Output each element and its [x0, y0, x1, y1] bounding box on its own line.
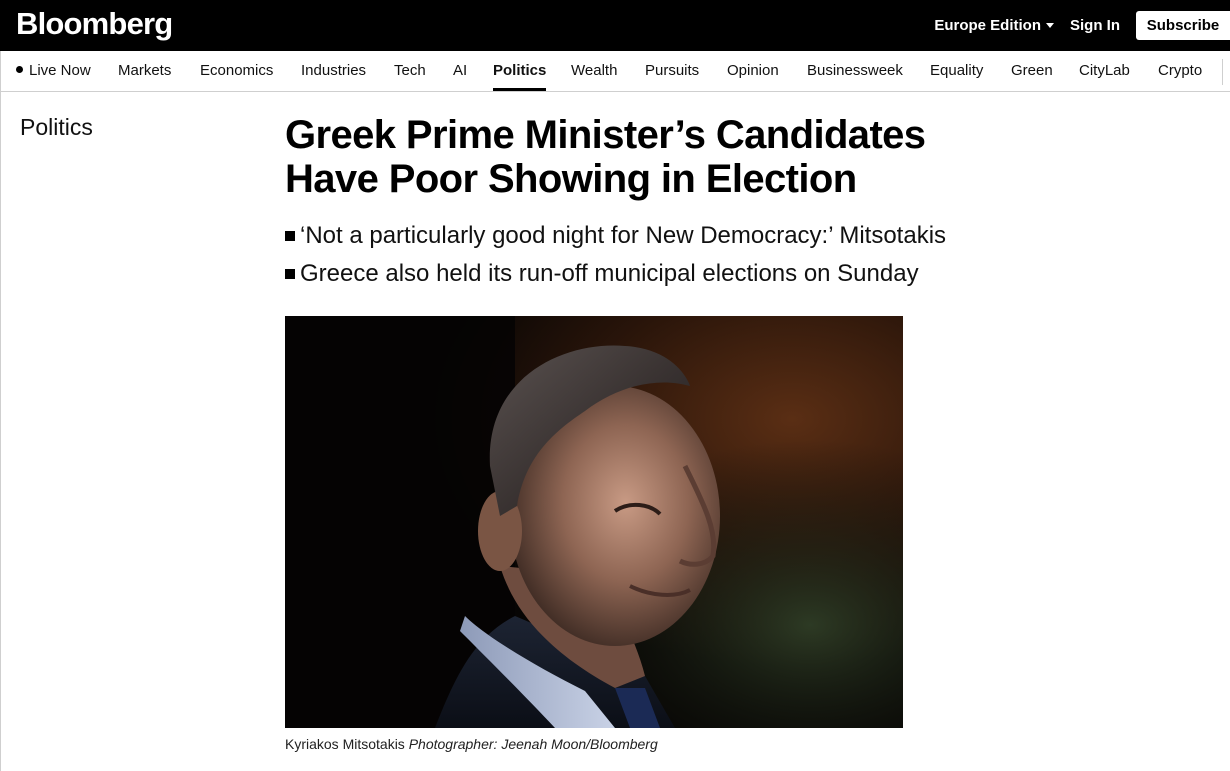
subscribe-button[interactable]: Subscribe — [1136, 11, 1230, 40]
nav-item-wealth[interactable]: Wealth — [571, 51, 617, 91]
bloomberg-logo[interactable]: Bloomberg — [16, 6, 173, 42]
square-bullet-icon — [285, 269, 295, 279]
photo-caption: Kyriakos Mitsotakis Photographer: Jeenah… — [285, 736, 658, 752]
article-summary: ‘Not a particularly good night for New D… — [285, 217, 1085, 293]
live-dot-icon — [16, 66, 23, 73]
nav-item-ai[interactable]: AI — [453, 51, 467, 91]
nav-item-equality[interactable]: Equality — [930, 51, 983, 91]
portrait-image — [285, 316, 903, 728]
summary-bullet: ‘Not a particularly good night for New D… — [285, 217, 1085, 255]
nav-item-crypto[interactable]: Crypto — [1158, 51, 1202, 91]
nav-item-economics[interactable]: Economics — [200, 51, 273, 91]
section-nav: Live Now Markets Economics Industries Te… — [0, 51, 1230, 92]
nav-item-citylab[interactable]: CityLab — [1079, 51, 1130, 91]
lead-photo — [285, 316, 903, 728]
chevron-down-icon — [1046, 23, 1054, 28]
nav-item-pursuits[interactable]: Pursuits — [645, 51, 699, 91]
nav-scroll-divider — [1222, 59, 1230, 85]
summary-bullet-text: Greece also held its run-off municipal e… — [300, 260, 919, 287]
nav-item-markets[interactable]: Markets — [118, 51, 171, 91]
nav-item-opinion[interactable]: Opinion — [727, 51, 779, 91]
article-headline: Greek Prime Minister’s Candidates Have P… — [285, 113, 1045, 201]
headline-line-2: Have Poor Showing in Election — [285, 157, 857, 201]
caption-subject: Kyriakos Mitsotakis — [285, 736, 405, 752]
caption-credit: Photographer: Jeenah Moon/Bloomberg — [408, 736, 658, 752]
nav-item-green[interactable]: Green — [1011, 51, 1053, 91]
nav-item-live-now[interactable]: Live Now — [16, 51, 91, 91]
sign-in-link[interactable]: Sign In — [1070, 17, 1120, 34]
nav-item-businessweek[interactable]: Businessweek — [807, 51, 903, 91]
headline-line-1: Greek Prime Minister’s Candidates — [285, 113, 926, 157]
summary-bullet: Greece also held its run-off municipal e… — [285, 255, 1085, 293]
summary-bullet-text: ‘Not a particularly good night for New D… — [300, 222, 947, 249]
nav-item-industries[interactable]: Industries — [301, 51, 366, 91]
section-label[interactable]: Politics — [20, 114, 93, 141]
top-bar: Bloomberg Europe Edition Sign In Subscri… — [0, 0, 1230, 51]
page-left-border — [0, 92, 1, 771]
edition-label: Europe Edition — [934, 17, 1041, 34]
square-bullet-icon — [285, 231, 295, 241]
edition-selector[interactable]: Europe Edition — [934, 17, 1054, 34]
nav-item-politics[interactable]: Politics — [493, 51, 547, 91]
nav-item-tech[interactable]: Tech — [394, 51, 426, 91]
header-actions: Europe Edition Sign In Subscribe — [934, 0, 1230, 51]
nav-item-label: Live Now — [29, 62, 91, 79]
